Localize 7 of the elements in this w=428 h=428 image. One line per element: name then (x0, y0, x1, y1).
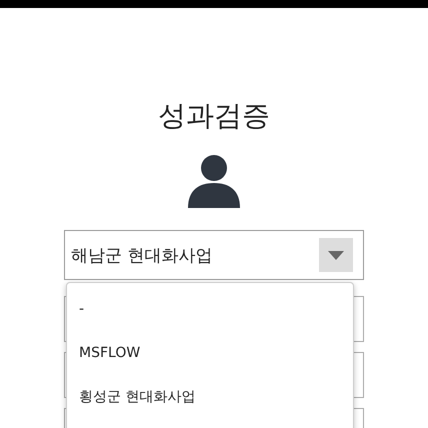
person-icon (187, 154, 241, 208)
caret-icon (319, 238, 353, 272)
select-field[interactable]: 해남군 현대화사업 (64, 230, 364, 280)
dropdown-option[interactable]: 횡성군 현대화사업 (67, 375, 353, 419)
page-title: 성과검증 (158, 98, 270, 134)
dropdown-option[interactable]: - (67, 287, 353, 331)
dropdown-option[interactable]: MSFLOW (67, 331, 353, 375)
